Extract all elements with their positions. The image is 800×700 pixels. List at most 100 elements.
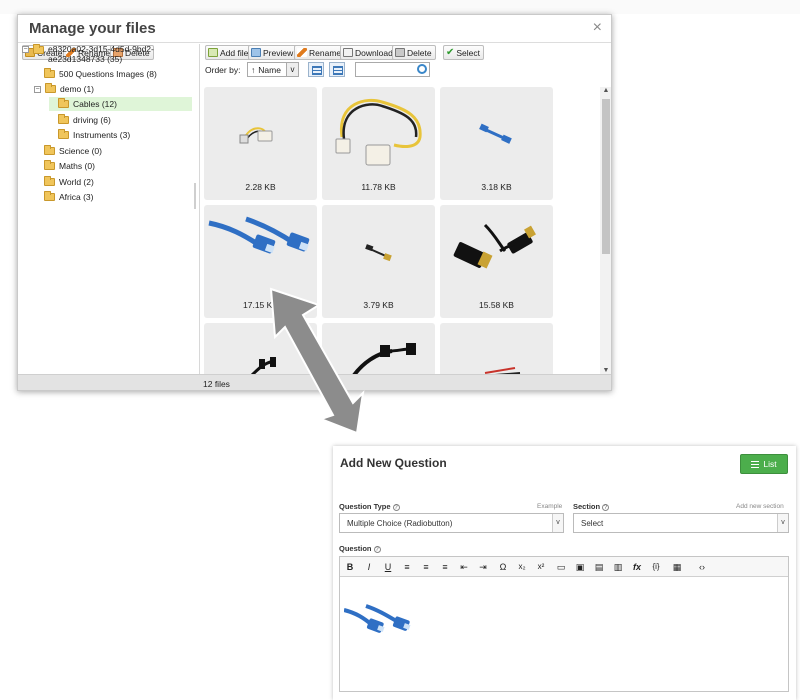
select-file-button[interactable]: ✔ Select: [443, 45, 485, 60]
help-icon[interactable]: ?: [602, 504, 610, 511]
file-grid-scrollbar[interactable]: ▲ ▼: [600, 87, 611, 374]
tree-item-label: 500 Questions Images (8): [59, 69, 157, 79]
tree-scrollbar[interactable]: [194, 183, 196, 209]
list-view-button[interactable]: [308, 62, 324, 77]
section-select[interactable]: Select v: [573, 513, 789, 533]
tree-item-500-questions-images[interactable]: 500 Questions Images (8): [44, 67, 157, 81]
tree-item-label: Instruments (3): [73, 130, 131, 140]
variable-icon[interactable]: {i}: [649, 560, 663, 574]
file-tile[interactable]: 11.78 KB: [322, 87, 435, 200]
underline-icon[interactable]: U: [381, 560, 395, 574]
tree-root-node[interactable]: − e8320a02-3d15-4d5d-9bd2- ae23d1348733 …: [22, 44, 154, 66]
close-icon[interactable]: ×: [593, 19, 602, 37]
section-value: Select: [581, 518, 604, 528]
bold-icon[interactable]: B: [343, 560, 357, 574]
order-by-label: Order by:: [205, 65, 241, 75]
question-label: Question?: [339, 544, 381, 553]
file-size: 11.78 KB: [361, 182, 396, 192]
preview-button[interactable]: Preview: [248, 45, 298, 60]
help-icon[interactable]: ?: [373, 546, 381, 553]
download-icon: [343, 48, 353, 57]
section-label: Section?: [573, 502, 610, 511]
tree-item-science[interactable]: Science (0): [44, 144, 102, 158]
file-manager-icon[interactable]: ▤: [592, 560, 606, 574]
folder-icon: [58, 114, 69, 124]
scroll-up-icon[interactable]: ▲: [600, 87, 611, 94]
chevron-down-icon: v: [286, 63, 298, 76]
file-size: 3.18 KB: [481, 182, 512, 192]
formula-icon[interactable]: fx: [630, 560, 644, 574]
align-left-icon[interactable]: ≡: [400, 560, 414, 574]
sort-direction-icon: ↑: [251, 64, 256, 75]
file-search-input[interactable]: [355, 62, 430, 77]
file-tile[interactable]: 3.18 KB: [440, 87, 553, 200]
grid-view-button[interactable]: [329, 62, 345, 77]
scroll-down-icon[interactable]: ▼: [600, 367, 611, 374]
table-icon[interactable]: ▦: [670, 560, 684, 574]
question-type-select[interactable]: Multiple Choice (Radiobutton) v: [339, 513, 564, 533]
align-center-icon[interactable]: ≡: [419, 560, 433, 574]
media-icon[interactable]: ▭: [554, 560, 568, 574]
example-link[interactable]: Example: [537, 503, 562, 510]
superscript-icon[interactable]: x²: [534, 560, 548, 574]
delete-file-label: Delete: [407, 47, 432, 58]
help-icon[interactable]: ?: [392, 504, 400, 511]
image-icon[interactable]: ▣: [573, 560, 587, 574]
dialog-title: Manage your files: [29, 20, 156, 37]
italic-icon[interactable]: I: [362, 560, 376, 574]
rename-file-button[interactable]: Rename: [294, 45, 346, 60]
file-tile[interactable]: [440, 323, 553, 374]
cable-thumbnail: [335, 98, 422, 166]
tree-item-world[interactable]: World (2): [44, 175, 94, 189]
panel-title: Add New Question: [340, 456, 447, 470]
document-icon[interactable]: ▥: [611, 560, 625, 574]
inserted-cable-image: [344, 604, 411, 633]
download-button[interactable]: Download: [340, 45, 397, 60]
tree-item-africa[interactable]: Africa (3): [44, 190, 93, 204]
tree-root-label-line1: e8320a02-3d15-4d5d-9bd2-: [48, 44, 154, 54]
scrollbar-thumb[interactable]: [602, 99, 610, 254]
folder-icon: [58, 98, 69, 108]
search-icon[interactable]: [417, 64, 427, 74]
preview-icon: [251, 48, 261, 57]
chevron-down-icon: v: [777, 514, 788, 532]
tree-item-maths[interactable]: Maths (0): [44, 159, 95, 173]
file-tile[interactable]: 2.28 KB: [204, 87, 317, 200]
add-file-button[interactable]: Add file: [205, 45, 253, 60]
list-button[interactable]: List: [740, 454, 788, 474]
folder-icon: [45, 83, 56, 93]
tree-item-label: World (2): [59, 177, 94, 187]
collapse-toggle-icon[interactable]: −: [34, 85, 41, 93]
special-char-icon[interactable]: Ω: [496, 560, 510, 574]
editor-content[interactable]: [340, 578, 788, 691]
background-strip: [0, 0, 800, 14]
tree-item-cables[interactable]: Cables (12): [49, 97, 192, 111]
check-icon: ✔: [446, 47, 455, 58]
folder-icon: [33, 44, 44, 54]
align-right-icon[interactable]: ≡: [438, 560, 452, 574]
question-type-value: Multiple Choice (Radiobutton): [347, 518, 453, 528]
file-grid: 2.28 KB 11.78 KB 3.18 KB 17.15 KB 3.79 K…: [204, 87, 599, 374]
collapse-toggle-icon[interactable]: −: [22, 46, 29, 53]
delete-file-button[interactable]: Delete: [392, 45, 436, 60]
source-code-icon[interactable]: ‹›: [695, 560, 709, 574]
file-count: 12 files: [203, 379, 230, 389]
tree-item-label: demo (1): [60, 84, 95, 94]
tree-item-instruments[interactable]: Instruments (3): [58, 128, 130, 142]
tree-item-demo[interactable]: − demo (1): [34, 82, 94, 96]
order-by-select[interactable]: ↑ Name v: [247, 62, 299, 77]
tree-item-driving[interactable]: driving (6): [58, 113, 111, 127]
file-size: 2.28 KB: [245, 182, 276, 192]
outdent-icon[interactable]: ⇤: [457, 560, 471, 574]
add-file-icon: [208, 48, 218, 57]
cable-thumbnail: [479, 123, 512, 144]
tree-item-label: Africa (3): [59, 192, 94, 202]
chevron-down-icon: v: [552, 514, 563, 532]
section-label-text: Section: [573, 502, 601, 511]
rename-file-label: Rename: [309, 47, 342, 58]
add-new-section-link[interactable]: Add new section: [736, 503, 784, 510]
editor-toolbar: B I U ≡ ≡ ≡ ⇤ ⇥ Ω x₂ x² ▭ ▣ ▤ ▥ fx {i} ▦…: [340, 557, 788, 577]
subscript-icon[interactable]: x₂: [515, 560, 529, 574]
file-tile[interactable]: 15.58 KB: [440, 205, 553, 318]
indent-icon[interactable]: ⇥: [476, 560, 490, 574]
